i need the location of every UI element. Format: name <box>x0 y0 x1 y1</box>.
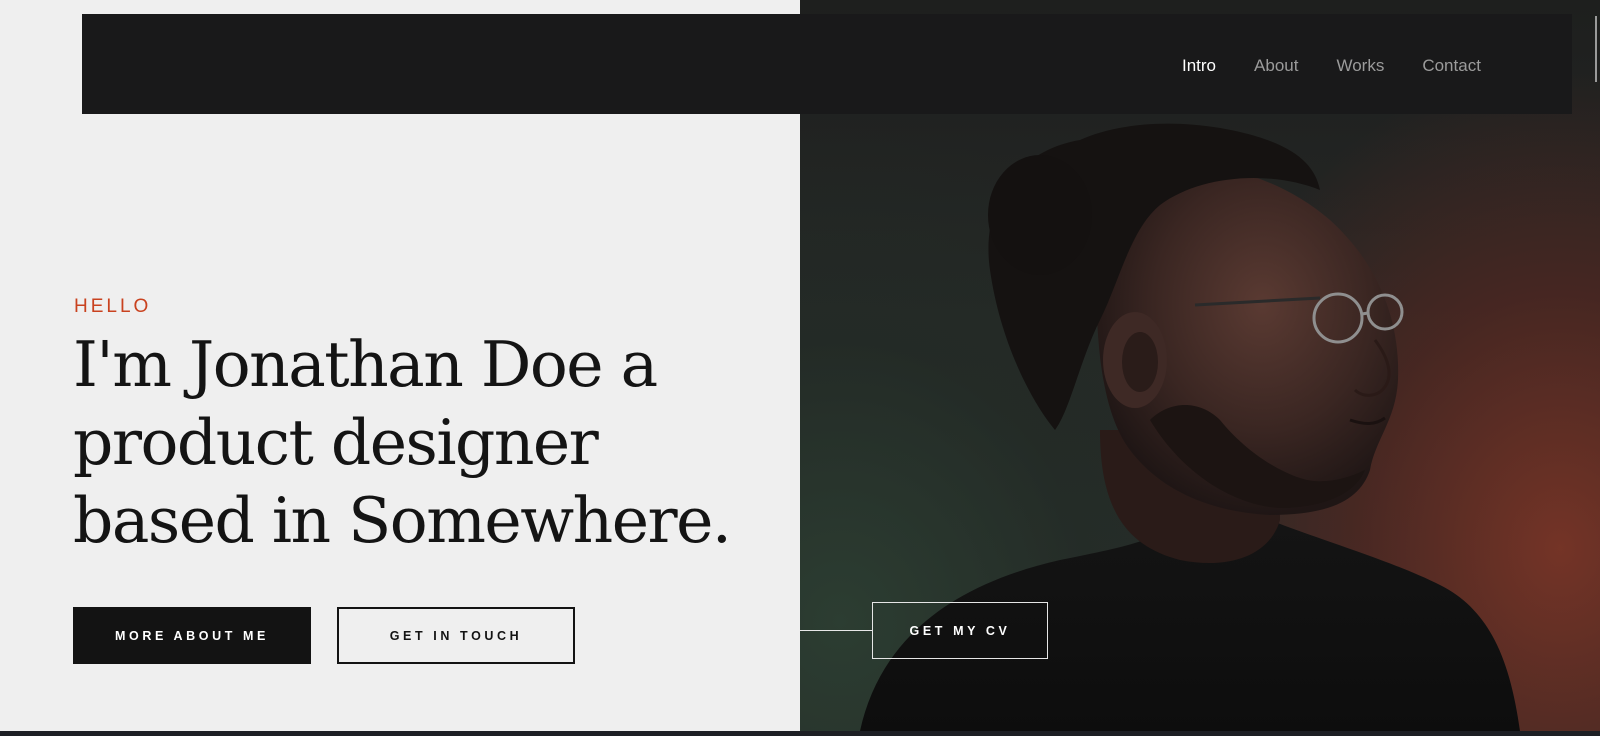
main-nav: Intro About Works Contact <box>1182 56 1481 76</box>
hero-eyebrow: HELLO <box>74 296 152 317</box>
nav-item-intro[interactable]: Intro <box>1182 56 1216 76</box>
cv-connector-line <box>800 630 872 631</box>
nav-item-contact[interactable]: Contact <box>1422 56 1481 76</box>
get-my-cv-button[interactable]: GET MY CV <box>872 602 1048 659</box>
more-about-me-button[interactable]: MORE ABOUT ME <box>73 607 311 664</box>
nav-item-about[interactable]: About <box>1254 56 1298 76</box>
get-in-touch-button[interactable]: GET IN TOUCH <box>337 607 575 664</box>
hero-headline: I'm Jonathan Doe a product designer base… <box>73 328 732 557</box>
page-bottom-edge <box>0 731 1600 736</box>
nav-item-works[interactable]: Works <box>1336 56 1384 76</box>
scroll-indicator <box>1595 16 1597 82</box>
